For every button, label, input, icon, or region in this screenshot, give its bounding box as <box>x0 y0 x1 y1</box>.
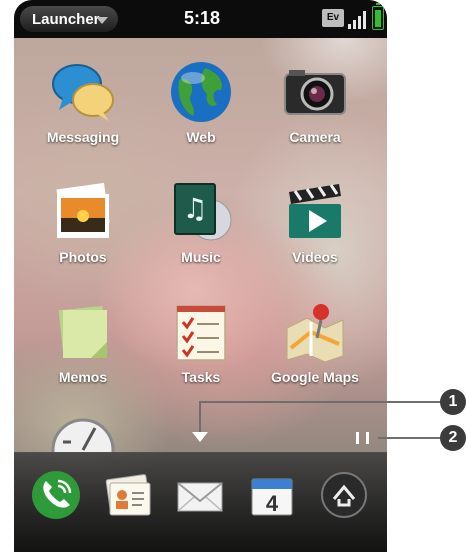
app-camera[interactable]: Camera <box>260 58 370 145</box>
phone-icon[interactable] <box>28 467 84 523</box>
app-label: Videos <box>292 249 338 265</box>
app-label: Photos <box>59 249 107 265</box>
page-down-arrow-icon[interactable] <box>192 432 208 442</box>
google-maps-icon <box>281 298 349 366</box>
svg-text:♫: ♫ <box>182 192 207 225</box>
tasks-checklist-icon <box>167 298 235 366</box>
app-memos[interactable]: Memos <box>28 298 138 385</box>
app-label: Messaging <box>46 129 120 145</box>
battery-icon <box>372 3 384 30</box>
clock-time: 5:18 <box>184 8 221 28</box>
signal-strength-icon <box>348 9 370 29</box>
photos-icon <box>49 178 117 246</box>
device-screen: Launcher 5:18 Ev Messaging Web Camera Ph… <box>14 0 387 552</box>
chevron-down-icon <box>96 17 108 24</box>
contacts-icon[interactable] <box>100 467 156 523</box>
quick-launch-bar: 4 <box>14 452 387 552</box>
app-label: Google Maps <box>271 369 359 385</box>
app-label: Memos <box>58 369 108 385</box>
app-videos[interactable]: Videos <box>260 178 370 265</box>
web-globe-icon <box>167 58 235 126</box>
calendar-date: 4 <box>266 491 279 516</box>
messaging-icon <box>49 58 117 126</box>
app-music[interactable]: ♫ Music <box>146 178 256 265</box>
app-tasks[interactable]: Tasks <box>146 298 256 385</box>
callout-2: 2 <box>440 425 466 451</box>
launcher-up-arrow-icon[interactable] <box>316 467 372 523</box>
app-messaging[interactable]: Messaging <box>28 58 138 145</box>
email-icon[interactable] <box>172 467 228 523</box>
app-label: Music <box>181 249 221 265</box>
callout-2-line <box>378 437 444 439</box>
memos-icon <box>49 298 117 366</box>
calendar-icon[interactable]: 4 <box>244 467 300 523</box>
camera-icon <box>281 58 349 126</box>
network-badge: Ev <box>322 9 344 27</box>
launcher-menu-button[interactable]: Launcher <box>20 6 118 32</box>
callout-1: 1 <box>440 389 466 415</box>
callout-1-stem <box>199 401 201 432</box>
launcher-label: Launcher <box>32 11 100 28</box>
app-photos[interactable]: Photos <box>28 178 138 265</box>
music-icon: ♫ <box>167 178 235 246</box>
page-indicator <box>356 432 376 444</box>
status-bar: Launcher 5:18 Ev <box>14 0 387 38</box>
callout-1-line <box>200 401 444 403</box>
videos-clapper-icon <box>281 178 349 246</box>
app-web[interactable]: Web <box>146 58 256 145</box>
app-label: Tasks <box>181 369 221 385</box>
app-label: Camera <box>289 129 341 145</box>
app-label: Web <box>186 129 216 145</box>
app-google-maps[interactable]: Google Maps <box>260 298 370 385</box>
